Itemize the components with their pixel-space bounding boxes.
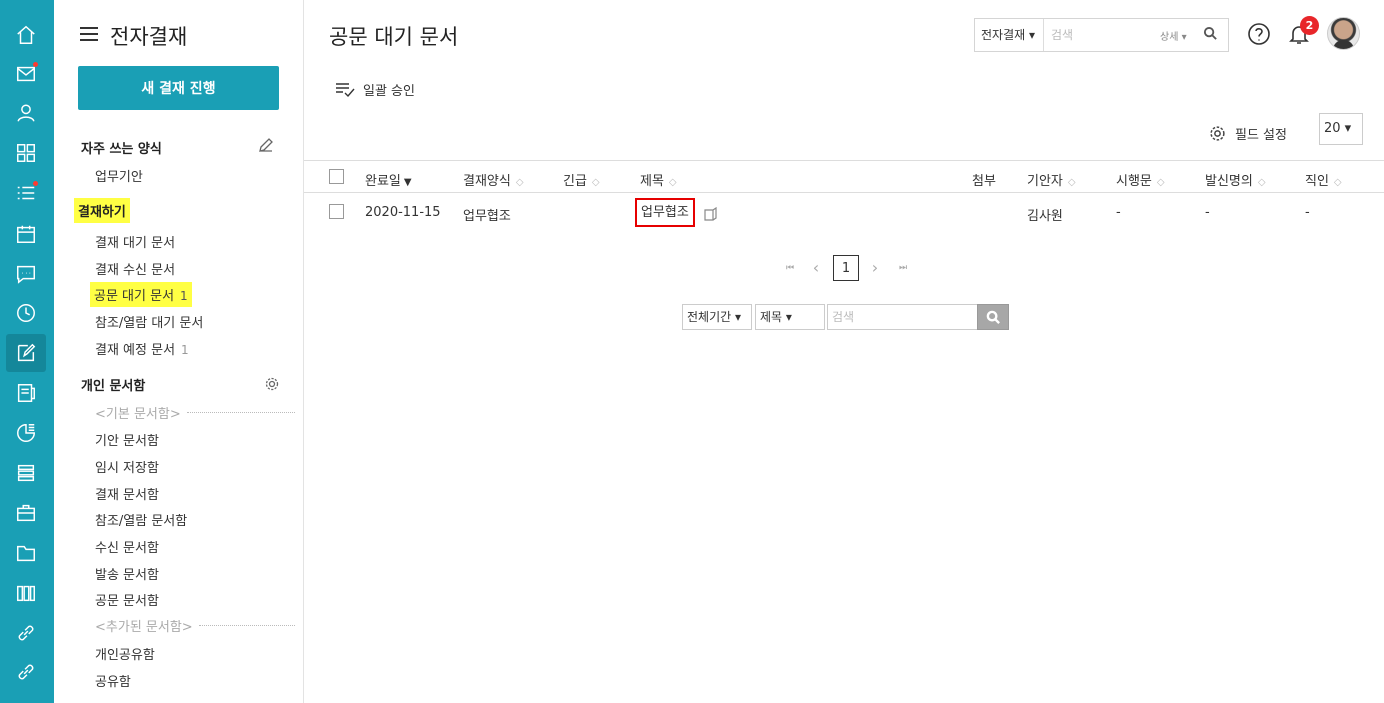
prev-page-button[interactable]: ‹	[803, 255, 829, 281]
page-size-select[interactable]: 20 ▾	[1319, 113, 1363, 145]
field-settings-label: 필드 설정	[1235, 128, 1287, 143]
field-select[interactable]: 제목 ▾	[755, 304, 825, 330]
col-urgent[interactable]: 긴급 ◇	[563, 170, 600, 189]
item-count: 1	[181, 343, 189, 357]
col-drafter[interactable]: 기안자 ◇	[1027, 170, 1076, 189]
sidebar-item-label: 공문 대기 문서	[94, 289, 175, 304]
stack-icon[interactable]	[6, 454, 46, 492]
col-sender[interactable]: 발신명의 ◇	[1205, 170, 1266, 189]
library-icon[interactable]	[6, 574, 46, 612]
box-item[interactable]: 공문 문서함	[95, 590, 159, 609]
search-icon	[986, 310, 1000, 324]
table-header: 완료일 ▼ 결재양식 ◇ 긴급 ◇ 제목 ◇ 첨부 기안자 ◇ 시행문 ◇ 발신명의 ◇ 직인…	[304, 160, 1384, 193]
period-select[interactable]: 전체기간 ▾	[682, 304, 752, 330]
list-icon[interactable]	[6, 174, 46, 212]
sidebar-item-label: 결재 대기 문서	[95, 236, 176, 251]
bulk-approve-button[interactable]: 일괄 승인	[335, 80, 415, 99]
col-title[interactable]: 제목 ◇	[640, 170, 677, 189]
sidebar: 전자결재 새 결재 진행 자주 쓰는 양식 업무기안 결재하기 결재 대기 문서…	[54, 0, 304, 703]
search-detail-toggle[interactable]: 상세 ▾	[1160, 28, 1187, 43]
sidebar-item-pending[interactable]: 결재 대기 문서	[95, 232, 175, 251]
app-rail	[0, 0, 54, 703]
approval-icon[interactable]	[6, 334, 46, 372]
row-date: 2020-11-15	[365, 205, 441, 220]
search-scope-select[interactable]: 전자결재 ▾	[975, 19, 1044, 51]
page-title: 공문 대기 문서	[329, 25, 459, 49]
next-page-button[interactable]: ›	[862, 255, 888, 281]
calendar-icon[interactable]	[6, 215, 46, 253]
row-enforce: -	[1116, 205, 1121, 220]
sidebar-title: 전자결재	[110, 25, 188, 49]
box-item[interactable]: 기안 문서함	[95, 430, 159, 449]
sidebar-item-reference[interactable]: 참조/열람 대기 문서	[95, 312, 203, 331]
mail-icon[interactable]	[6, 55, 46, 93]
row-title-link[interactable]: 업무협조	[635, 198, 695, 227]
report-icon[interactable]	[6, 414, 46, 452]
search-button[interactable]	[977, 304, 1009, 330]
help-icon[interactable]	[1247, 22, 1271, 46]
grid-icon[interactable]	[6, 134, 46, 172]
row-checkbox[interactable]	[329, 204, 344, 219]
search-icon[interactable]	[1203, 26, 1219, 42]
person-icon[interactable]	[6, 94, 46, 132]
home-icon[interactable]	[6, 16, 46, 54]
chat-icon[interactable]	[6, 255, 46, 293]
notification-badge: 2	[1300, 16, 1319, 35]
list-search-input[interactable]	[827, 304, 978, 330]
favorites-title: 자주 쓰는 양식	[81, 142, 162, 157]
personal-box-title: 개인 문서함	[81, 379, 146, 394]
box-item[interactable]: 임시 저장함	[95, 457, 159, 476]
gear-icon	[1210, 126, 1225, 141]
box-item[interactable]: 개인공유함	[95, 644, 155, 663]
item-count: 1	[180, 289, 188, 303]
global-search: 전자결재 ▾ 상세 ▾	[974, 18, 1229, 52]
col-seal[interactable]: 직인 ◇	[1305, 170, 1342, 189]
briefcase-icon[interactable]	[6, 494, 46, 532]
bulk-approve-icon	[336, 82, 355, 97]
row-seal: -	[1305, 205, 1310, 220]
box-item[interactable]: 수신 문서함	[95, 537, 159, 556]
new-approval-button[interactable]: 새 결재 진행	[78, 66, 279, 110]
first-page-button[interactable]: ⏮	[777, 255, 803, 281]
row-drafter: 김사원	[1027, 209, 1063, 224]
page-button[interactable]: 1	[833, 255, 859, 281]
box-item[interactable]: 발송 문서함	[95, 564, 159, 583]
board-icon[interactable]	[6, 374, 46, 412]
box-item[interactable]: 공유함	[95, 671, 131, 690]
document-preview-icon[interactable]	[704, 206, 718, 221]
sidebar-item-scheduled[interactable]: 결재 예정 문서 1	[95, 339, 189, 358]
box-item[interactable]: 결재 문서함	[95, 484, 159, 503]
sidebar-item-received[interactable]: 결재 수신 문서	[95, 259, 175, 278]
approval-section-title[interactable]: 결재하기	[74, 198, 130, 223]
box-item[interactable]: 참조/열람 문서함	[95, 510, 187, 529]
sidebar-item-label: 결재 수신 문서	[95, 263, 176, 278]
field-settings-button[interactable]: 필드 설정	[1209, 124, 1287, 143]
col-form[interactable]: 결재양식 ◇	[463, 170, 524, 189]
link-icon[interactable]	[6, 614, 46, 652]
edit-icon[interactable]	[258, 137, 274, 153]
row-sender: -	[1205, 205, 1210, 220]
bulk-approve-label: 일괄 승인	[363, 84, 415, 99]
col-enforce[interactable]: 시행문 ◇	[1116, 170, 1165, 189]
avatar[interactable]	[1327, 17, 1360, 50]
basic-box-heading: <기본 문서함>	[95, 403, 295, 422]
search-input[interactable]	[1051, 19, 1151, 51]
folder-icon[interactable]	[6, 534, 46, 572]
select-all-checkbox[interactable]	[329, 169, 344, 184]
clock-icon[interactable]	[6, 294, 46, 332]
sidebar-item-label: 참조/열람 대기 문서	[95, 316, 204, 331]
sidebar-item-label: 결재 예정 문서	[95, 343, 176, 358]
menu-icon[interactable]	[80, 27, 98, 41]
added-box-heading: <추가된 문서함>	[95, 616, 295, 635]
col-attach: 첨부	[972, 174, 996, 189]
gear-icon[interactable]	[264, 376, 280, 392]
sidebar-item-official-pending[interactable]: 공문 대기 문서 1	[90, 282, 192, 307]
favorite-item[interactable]: 업무기안	[95, 166, 143, 185]
last-page-button[interactable]: ⏭	[890, 255, 916, 281]
link-icon-2[interactable]	[6, 653, 46, 691]
row-form: 업무협조	[463, 209, 511, 224]
col-completed-date[interactable]: 완료일 ▼	[365, 170, 412, 189]
